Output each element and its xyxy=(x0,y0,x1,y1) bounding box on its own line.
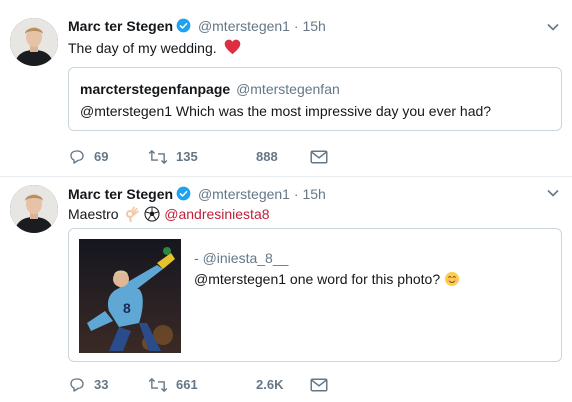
tweet-actions: 33 661 2.6K xyxy=(68,375,562,395)
tweet-header: Marc ter Stegen @mterstegen1 · 15h xyxy=(68,16,326,36)
ok-hand-emoji-icon xyxy=(126,206,140,223)
like-button[interactable]: 888 xyxy=(256,147,278,167)
author-handle[interactable]: @mterstegen1 xyxy=(198,18,290,34)
quoted-author-handle: @mterstegenfan xyxy=(236,81,340,97)
retweet-button[interactable]: 661 xyxy=(148,375,198,395)
like-button[interactable]: 2.6K xyxy=(256,375,283,395)
retweet-icon xyxy=(148,377,168,393)
tweet-text: The day of my wedding. xyxy=(68,38,241,58)
quoted-tweet[interactable]: 8 - @iniesta_8__ @mterstegen1 one word f… xyxy=(68,228,562,362)
avatar[interactable] xyxy=(10,18,58,66)
tweet-text-body: Maestro xyxy=(68,206,119,222)
reply-icon xyxy=(70,378,84,392)
tweet-text-body: The day of my wedding. xyxy=(68,40,217,56)
like-count: 2.6K xyxy=(256,377,284,392)
mail-icon xyxy=(310,378,328,392)
author-handle[interactable]: @mterstegen1 xyxy=(198,186,290,202)
quoted-author-handle: @iniesta_8__ xyxy=(202,250,289,266)
like-count: 888 xyxy=(256,149,278,164)
reply-button[interactable]: 33 xyxy=(68,375,108,395)
timestamp[interactable]: 15h xyxy=(302,186,325,202)
tweet-maestro[interactable]: Marc ter Stegen @mterstegen1 · 15h Maest… xyxy=(0,177,572,402)
caret-down-icon[interactable] xyxy=(546,20,560,34)
verified-badge-icon xyxy=(176,18,191,33)
author-name[interactable]: Marc ter Stegen xyxy=(68,18,173,34)
quoted-photo[interactable]: 8 xyxy=(79,239,181,353)
direct-message-button[interactable] xyxy=(310,147,336,167)
quoted-text: @mterstegen1 one word for this photo? xyxy=(194,270,460,288)
mention-link[interactable]: @andresiniesta8 xyxy=(164,206,269,222)
reply-count: 69 xyxy=(94,149,109,164)
quoted-text: @mterstegen1 Which was the most impressi… xyxy=(80,103,492,119)
retweet-button[interactable]: 135 xyxy=(148,147,198,167)
timestamp[interactable]: 15h xyxy=(302,18,325,34)
mail-icon xyxy=(310,150,328,164)
smiling-face-emoji-icon xyxy=(445,272,460,286)
quoted-text-body: @mterstegen1 one word for this photo? xyxy=(194,271,441,287)
direct-message-button[interactable] xyxy=(310,375,336,395)
quoted-author-name: marcterstegenfanpage xyxy=(80,81,231,97)
svg-text:8: 8 xyxy=(123,300,131,316)
avatar[interactable] xyxy=(10,185,58,233)
author-name[interactable]: Marc ter Stegen xyxy=(68,186,173,202)
retweet-count: 661 xyxy=(176,377,198,392)
separator-dot: · xyxy=(293,186,299,202)
quoted-header: - @iniesta_8__ xyxy=(194,249,288,267)
retweet-count: 135 xyxy=(176,149,198,164)
tweet-text: Maestro @andresiniesta8 xyxy=(68,204,270,224)
soccer-ball-emoji-icon xyxy=(144,206,160,222)
tweet-header: Marc ter Stegen @mterstegen1 · 15h xyxy=(68,184,326,204)
quoted-dash: - xyxy=(194,250,199,266)
verified-badge-icon xyxy=(176,186,191,201)
reply-icon xyxy=(70,150,84,164)
tweet-actions: 69 135 888 xyxy=(68,147,562,167)
heart-emoji-icon xyxy=(224,39,240,55)
quoted-tweet[interactable]: marcterstegenfanpage @mterstegenfan @mte… xyxy=(68,67,562,131)
tweet-wedding[interactable]: Marc ter Stegen @mterstegen1 · 15h The d… xyxy=(0,0,572,176)
reply-button[interactable]: 69 xyxy=(68,147,108,167)
separator-dot: · xyxy=(293,18,299,34)
caret-down-icon[interactable] xyxy=(546,186,560,200)
reply-count: 33 xyxy=(94,377,109,392)
quoted-header: marcterstegenfanpage @mterstegenfan xyxy=(80,80,340,98)
retweet-icon xyxy=(148,149,168,165)
